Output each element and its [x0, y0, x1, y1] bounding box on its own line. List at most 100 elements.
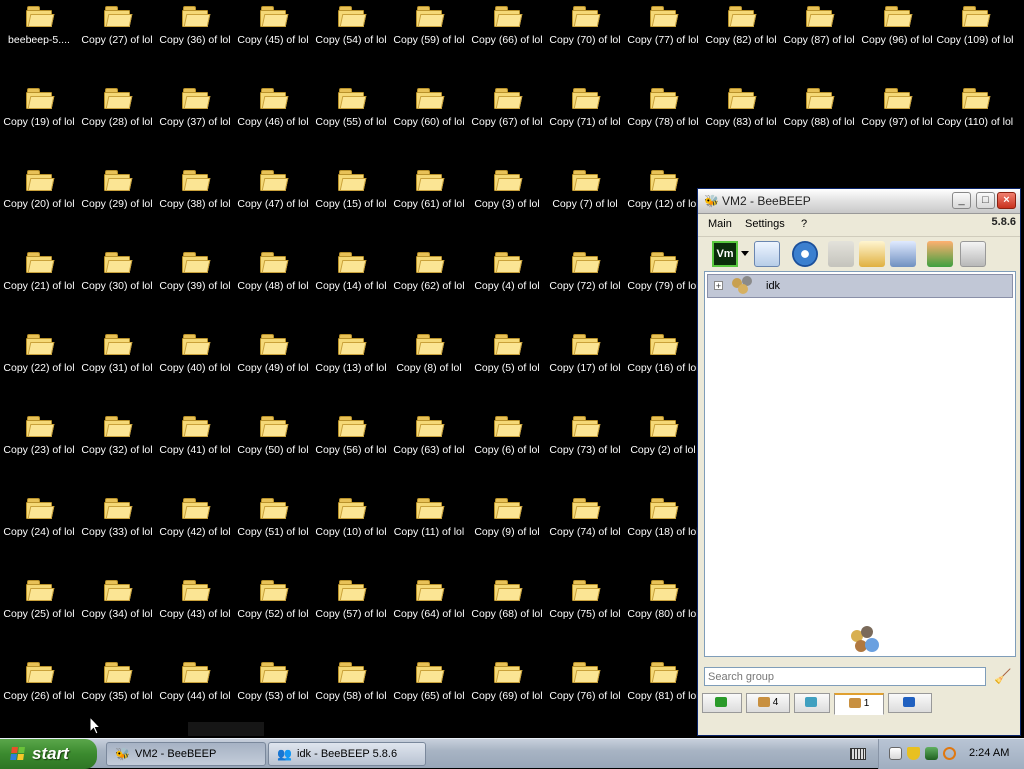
- desktop-folder-item[interactable]: C: [1014, 0, 1024, 46]
- desktop-folder-item[interactable]: Copy (28) of lol: [78, 82, 156, 128]
- desktop-folder-item[interactable]: Copy (12) of lol: [624, 164, 702, 210]
- desktop-folder-item[interactable]: Copy (68) of lol: [468, 574, 546, 620]
- write-message-icon[interactable]: [859, 241, 885, 267]
- desktop-folder-item[interactable]: Copy (13) of lol: [312, 328, 390, 374]
- taskbar-item-idk[interactable]: 👥 idk - BeeBEEP 5.8.6: [268, 742, 426, 766]
- desktop-folder-item[interactable]: Copy (55) of lol: [312, 82, 390, 128]
- desktop-folder-item[interactable]: Copy (40) of lol: [156, 328, 234, 374]
- desktop-folder-item[interactable]: Copy (69) of lol: [468, 656, 546, 702]
- desktop-folder-item[interactable]: Copy (60) of lol: [390, 82, 468, 128]
- desktop-folder-item[interactable]: Copy (76) of lol: [546, 656, 624, 702]
- tray-app-icon[interactable]: [925, 747, 938, 760]
- menu-main[interactable]: Main: [708, 218, 732, 230]
- search-group-input[interactable]: [704, 667, 986, 686]
- tab-chat[interactable]: [702, 693, 742, 713]
- disabled-tool-icon[interactable]: [828, 241, 854, 267]
- desktop-folder-item[interactable]: Copy (49) of lol: [234, 328, 312, 374]
- desktop-folder-item[interactable]: Copy (59) of lol: [390, 0, 468, 46]
- desktop-folder-item[interactable]: Copy (37) of lol: [156, 82, 234, 128]
- desktop-folder-item[interactable]: Copy (110) of lol: [936, 82, 1014, 128]
- desktop-folder-item[interactable]: Copy (56) of lol: [312, 410, 390, 456]
- desktop-folder-item[interactable]: Copy (17) of lol: [546, 328, 624, 374]
- desktop-folder-item[interactable]: beebeep-5....: [0, 0, 78, 46]
- desktop-folder-item[interactable]: Copy (29) of lol: [78, 164, 156, 210]
- desktop-folder-item[interactable]: Copy (26) of lol: [0, 656, 78, 702]
- tab-plugin[interactable]: [888, 693, 932, 713]
- desktop-folder-item[interactable]: Copy (87) of lol: [780, 0, 858, 46]
- desktop-folder-item[interactable]: C: [1014, 82, 1024, 128]
- desktop-folder-item[interactable]: Copy (3) of lol: [468, 164, 546, 210]
- status-dropdown-icon[interactable]: [741, 251, 749, 256]
- desktop-folder-item[interactable]: Copy (53) of lol: [234, 656, 312, 702]
- title-bar[interactable]: 🐝 VM2 - BeeBEEP _ □ ×: [698, 189, 1020, 214]
- desktop-folder-item[interactable]: Copy (78) of lol: [624, 82, 702, 128]
- desktop-folder-item[interactable]: Copy (73) of lol: [546, 410, 624, 456]
- desktop-folder-item[interactable]: Copy (30) of lol: [78, 246, 156, 292]
- menu-settings[interactable]: Settings: [745, 218, 785, 230]
- keyboard-icon[interactable]: [850, 748, 866, 760]
- desktop-folder-item[interactable]: Copy (71) of lol: [546, 82, 624, 128]
- desktop-folder-item[interactable]: Copy (88) of lol: [780, 82, 858, 128]
- security-shield-icon[interactable]: [907, 747, 920, 760]
- desktop-folder-item[interactable]: Copy (97) of lol: [858, 82, 936, 128]
- desktop-folder-item[interactable]: Copy (20) of lol: [0, 164, 78, 210]
- desktop-folder-item[interactable]: Copy (62) of lol: [390, 246, 468, 292]
- desktop-folder-item[interactable]: Copy (19) of lol: [0, 82, 78, 128]
- desktop-folder-item[interactable]: Copy (16) of lol: [624, 328, 702, 374]
- maximize-button[interactable]: □: [976, 192, 995, 209]
- desktop-folder-item[interactable]: Copy (67) of lol: [468, 82, 546, 128]
- desktop-folder-item[interactable]: Copy (96) of lol: [858, 0, 936, 46]
- network-icon[interactable]: [792, 241, 818, 267]
- tab-users[interactable]: 4: [746, 693, 790, 713]
- desktop-folder-item[interactable]: Copy (22) of lol: [0, 328, 78, 374]
- update-icon[interactable]: [927, 241, 953, 267]
- desktop-folder-item[interactable]: Copy (23) of lol: [0, 410, 78, 456]
- menu-help[interactable]: ?: [801, 218, 807, 230]
- tab-chats[interactable]: [794, 693, 830, 713]
- desktop-folder-item[interactable]: Copy (64) of lol: [390, 574, 468, 620]
- desktop-folder-item[interactable]: Copy (74) of lol: [546, 492, 624, 538]
- edit-profile-icon[interactable]: [754, 241, 780, 267]
- desktop-folder-item[interactable]: Copy (42) of lol: [156, 492, 234, 538]
- desktop-folder-item[interactable]: Copy (11) of lol: [390, 492, 468, 538]
- desktop-folder-item[interactable]: Copy (77) of lol: [624, 0, 702, 46]
- desktop-folder-item[interactable]: Copy (2) of lol: [624, 410, 702, 456]
- minimize-button[interactable]: _: [952, 192, 971, 209]
- desktop-folder-item[interactable]: Copy (72) of lol: [546, 246, 624, 292]
- desktop-folder-item[interactable]: Copy (81) of lol: [624, 656, 702, 702]
- desktop-folder-item[interactable]: Copy (52) of lol: [234, 574, 312, 620]
- desktop-folder-item[interactable]: Copy (50) of lol: [234, 410, 312, 456]
- desktop-folder-item[interactable]: Copy (79) of lol: [624, 246, 702, 292]
- tools-icon[interactable]: [890, 241, 916, 267]
- desktop-folder-item[interactable]: Copy (32) of lol: [78, 410, 156, 456]
- desktop-folder-item[interactable]: Copy (65) of lol: [390, 656, 468, 702]
- group-row[interactable]: + idk: [707, 274, 1013, 298]
- desktop-folder-item[interactable]: Copy (25) of lol: [0, 574, 78, 620]
- search-icon[interactable]: [943, 747, 956, 760]
- beebeep-window[interactable]: 🐝 VM2 - BeeBEEP _ □ × Main Settings ? 5.…: [697, 188, 1021, 736]
- desktop-folder-item[interactable]: Copy (41) of lol: [156, 410, 234, 456]
- desktop-folder-item[interactable]: Copy (83) of lol: [702, 82, 780, 128]
- desktop-folder-item[interactable]: Copy (27) of lol: [78, 0, 156, 46]
- desktop-folder-item[interactable]: Copy (61) of lol: [390, 164, 468, 210]
- desktop-folder-item[interactable]: Copy (34) of lol: [78, 574, 156, 620]
- desktop-folder-item[interactable]: Copy (14) of lol: [312, 246, 390, 292]
- vm-status-button[interactable]: Vm: [712, 241, 738, 267]
- desktop-folder-item[interactable]: Copy (36) of lol: [156, 0, 234, 46]
- desktop-folder-item[interactable]: Copy (18) of lol: [624, 492, 702, 538]
- desktop-folder-item[interactable]: Copy (46) of lol: [234, 82, 312, 128]
- desktop-folder-item[interactable]: Copy (6) of lol: [468, 410, 546, 456]
- desktop-folder-item[interactable]: Copy (54) of lol: [312, 0, 390, 46]
- desktop-folder-item[interactable]: Copy (58) of lol: [312, 656, 390, 702]
- desktop-folder-item[interactable]: Copy (44) of lol: [156, 656, 234, 702]
- desktop-folder-item[interactable]: Copy (66) of lol: [468, 0, 546, 46]
- desktop-folder-item[interactable]: Copy (38) of lol: [156, 164, 234, 210]
- desktop-folder-item[interactable]: Copy (47) of lol: [234, 164, 312, 210]
- desktop-folder-item[interactable]: Copy (39) of lol: [156, 246, 234, 292]
- desktop-folder-item[interactable]: Copy (51) of lol: [234, 492, 312, 538]
- desktop-folder-item[interactable]: Copy (75) of lol: [546, 574, 624, 620]
- desktop-folder-item[interactable]: Copy (21) of lol: [0, 246, 78, 292]
- desktop-folder-item[interactable]: Copy (7) of lol: [546, 164, 624, 210]
- trash-icon[interactable]: [960, 241, 986, 267]
- expand-icon[interactable]: +: [714, 281, 723, 291]
